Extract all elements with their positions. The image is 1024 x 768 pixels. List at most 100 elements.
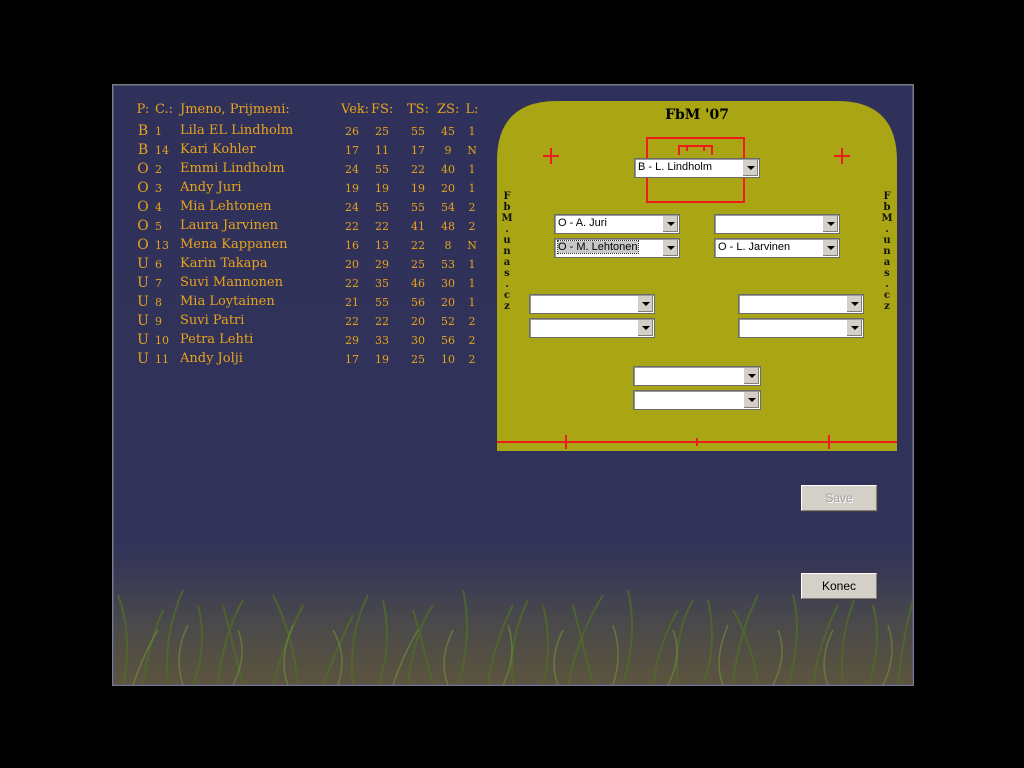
header-number: C.: (155, 102, 173, 117)
center-2-select[interactable] (633, 390, 761, 410)
player-vek: 26 (345, 125, 359, 138)
player-ts: 30 (411, 334, 425, 347)
player-vek: 16 (345, 239, 359, 252)
roster-row: U 9 Suvi Patri 22 22 20 52 2 (113, 313, 493, 331)
game-panel: P: C.: Jmeno, Prijmeni: Vek: FS: TS: ZS:… (112, 84, 914, 686)
goalkeeper-value: B - L. Lindholm (638, 161, 712, 173)
player-l: 1 (468, 182, 476, 195)
player-name: Emmi Lindholm (180, 161, 285, 176)
player-name: Mena Kappanen (180, 237, 288, 252)
center-1-select[interactable] (633, 366, 761, 386)
field-title: FbM '07 (665, 107, 729, 123)
roster-row: U 11 Andy Jolji 17 19 25 10 2 (113, 351, 493, 369)
player-pos: O (137, 218, 149, 234)
player-zs: 9 (444, 144, 452, 157)
player-pos: U (137, 351, 149, 367)
forward-right-2-select[interactable] (738, 318, 864, 338)
defender-left-2-select[interactable]: O - M. Lehtonen (554, 238, 680, 258)
player-num: 10 (155, 334, 169, 347)
player-ts: 25 (411, 258, 425, 271)
defender-right-2-value: O - L. Jarvinen (718, 241, 791, 253)
player-ts: 46 (411, 277, 425, 290)
roster-row: B 1 Lila EL Lindholm 26 25 55 45 1 (113, 123, 493, 141)
header-fs: FS: (371, 102, 394, 117)
player-pos: U (137, 275, 149, 291)
player-l: N (467, 144, 477, 157)
player-l: 1 (468, 125, 476, 138)
player-fs: 33 (375, 334, 389, 347)
player-name: Mia Loytainen (180, 294, 275, 309)
player-l: 2 (468, 315, 476, 328)
player-pos: O (137, 237, 149, 253)
defender-left-2-value: O - M. Lehtonen (557, 240, 639, 254)
player-zs: 54 (441, 201, 455, 214)
player-zs: 20 (441, 296, 455, 309)
player-l: N (467, 239, 477, 252)
player-num: 5 (155, 220, 162, 233)
player-l: 1 (468, 258, 476, 271)
player-vek: 22 (345, 277, 359, 290)
player-zs: 8 (444, 239, 452, 252)
player-l: 2 (468, 220, 476, 233)
player-name: Mia Lehtonen (180, 199, 272, 214)
player-ts: 41 (411, 220, 425, 233)
player-zs: 52 (441, 315, 455, 328)
player-num: 1 (155, 125, 162, 138)
player-fs: 11 (375, 144, 389, 157)
player-name: Suvi Patri (180, 313, 245, 328)
roster-row: B 14 Kari Kohler 17 11 17 9 N (113, 142, 493, 160)
player-pos: U (137, 256, 149, 272)
chevron-down-icon[interactable] (822, 216, 838, 232)
player-name: Andy Jolji (180, 351, 243, 366)
roster-row: U 8 Mia Loytainen 21 55 56 20 1 (113, 294, 493, 312)
goalkeeper-select[interactable]: B - L. Lindholm (634, 158, 760, 178)
player-vek: 29 (345, 334, 359, 347)
player-name: Laura Jarvinen (180, 218, 278, 233)
chevron-down-icon[interactable] (822, 240, 838, 256)
chevron-down-icon[interactable] (846, 296, 862, 312)
forward-left-2-select[interactable] (529, 318, 655, 338)
defender-right-2-select[interactable]: O - L. Jarvinen (714, 238, 840, 258)
chevron-down-icon[interactable] (742, 160, 758, 176)
player-fs: 25 (375, 125, 389, 138)
player-pos: B (137, 123, 149, 139)
player-vek: 19 (345, 182, 359, 195)
player-zs: 56 (441, 334, 455, 347)
side-text-right: FbM.unas.cz (881, 191, 893, 312)
player-vek: 22 (345, 315, 359, 328)
player-name: Kari Kohler (180, 142, 256, 157)
player-ts: 22 (411, 163, 425, 176)
roster-header: P: C.: Jmeno, Prijmeni: Vek: FS: TS: ZS:… (113, 102, 493, 120)
forward-right-1-select[interactable] (738, 294, 864, 314)
player-pos: U (137, 332, 149, 348)
player-l: 2 (468, 334, 476, 347)
chevron-down-icon[interactable] (637, 320, 653, 336)
player-name: Petra Lehti (180, 332, 254, 347)
chevron-down-icon[interactable] (662, 216, 678, 232)
chevron-down-icon[interactable] (743, 368, 759, 384)
player-num: 2 (155, 163, 162, 176)
player-fs: 19 (375, 182, 389, 195)
save-button[interactable]: Save (801, 485, 877, 511)
player-zs: 20 (441, 182, 455, 195)
end-button[interactable]: Konec (801, 573, 877, 599)
player-num: 14 (155, 144, 169, 157)
chevron-down-icon[interactable] (743, 392, 759, 408)
player-fs: 55 (375, 296, 389, 309)
chevron-down-icon[interactable] (846, 320, 862, 336)
chevron-down-icon[interactable] (662, 240, 678, 256)
player-fs: 35 (375, 277, 389, 290)
player-pos: U (137, 294, 149, 310)
header-name: Jmeno, Prijmeni: (180, 102, 290, 117)
player-vek: 24 (345, 201, 359, 214)
chevron-down-icon[interactable] (637, 296, 653, 312)
forward-left-1-select[interactable] (529, 294, 655, 314)
defender-right-1-select[interactable] (714, 214, 840, 234)
player-num: 11 (155, 353, 169, 366)
defender-left-1-select[interactable]: O - A. Juri (554, 214, 680, 234)
player-pos: O (137, 180, 149, 196)
player-ts: 56 (411, 296, 425, 309)
player-vek: 20 (345, 258, 359, 271)
player-vek: 17 (345, 353, 359, 366)
player-num: 7 (155, 277, 162, 290)
